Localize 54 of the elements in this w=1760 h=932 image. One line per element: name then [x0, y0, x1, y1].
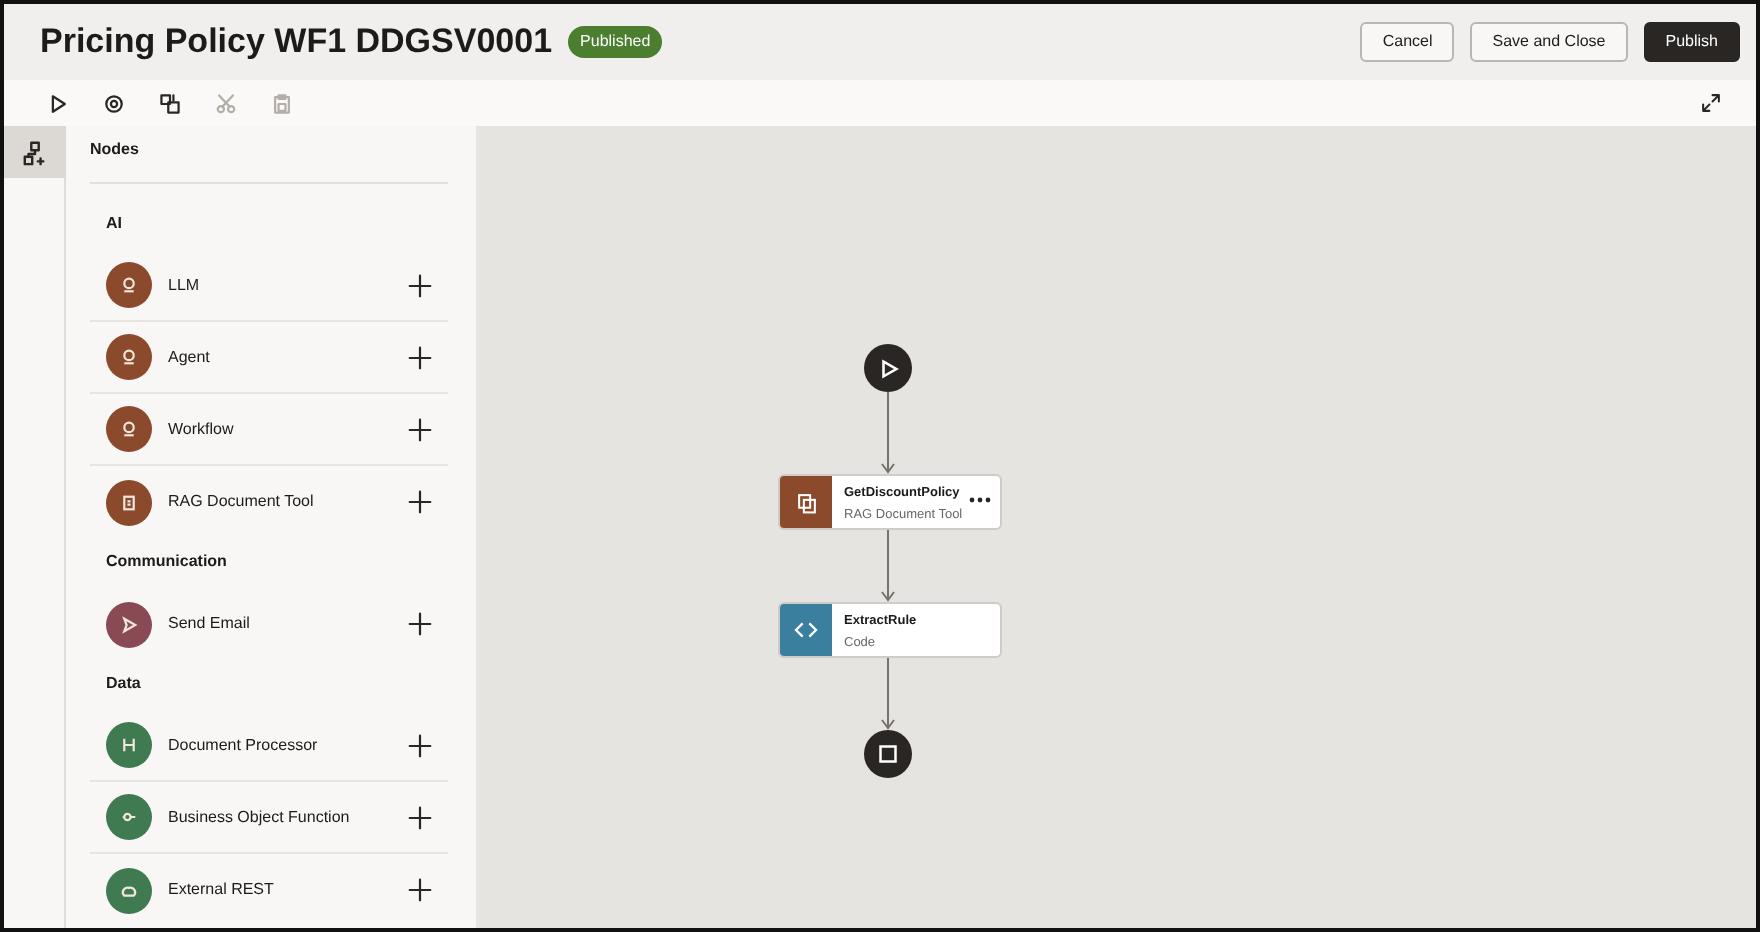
add-button[interactable]: [408, 733, 432, 757]
expand-icon: [1699, 92, 1721, 114]
group-heading: AI: [104, 212, 124, 236]
nodes-tab[interactable]: [4, 126, 66, 178]
add-button[interactable]: [408, 490, 432, 514]
cancel-button[interactable]: Cancel: [1360, 22, 1455, 62]
node-type-label: Send Email: [168, 612, 250, 636]
document-icon: [795, 491, 817, 513]
end-node[interactable]: [864, 730, 912, 778]
page-title: Pricing Policy WF1 DDGSV0001: [40, 21, 553, 63]
run-icon: [46, 91, 70, 115]
add-button[interactable]: [408, 417, 432, 441]
plus-icon: [408, 417, 432, 441]
clipboard-icon: [270, 91, 294, 115]
node-type-label: RAG Document Tool: [168, 490, 314, 514]
start-node[interactable]: [864, 344, 912, 392]
stop-icon: [878, 744, 898, 764]
expand-button[interactable]: [1696, 89, 1724, 117]
connector-arrow: [881, 529, 895, 602]
add-button[interactable]: [408, 345, 432, 369]
publish-button[interactable]: Publish: [1643, 22, 1740, 62]
plus-icon: [408, 612, 432, 636]
group-heading: Data: [104, 672, 143, 696]
layout-button[interactable]: [156, 89, 184, 117]
node-type-label: Workflow: [168, 417, 234, 441]
node-type-label: LLM: [168, 273, 200, 297]
scissors-icon: [214, 91, 238, 115]
group-heading: Communication: [104, 550, 229, 574]
layout-icon: [158, 91, 182, 115]
status-badge: Published: [568, 26, 663, 58]
plus-icon: [408, 273, 432, 297]
connector-arrow: [881, 391, 895, 474]
palette-title: Nodes: [90, 138, 448, 184]
plus-icon: [408, 490, 432, 514]
node-type-label: External REST: [168, 878, 274, 902]
add-button[interactable]: [408, 805, 432, 829]
plus-icon: [408, 805, 432, 829]
connector-arrow: [881, 657, 895, 730]
add-button[interactable]: [408, 273, 432, 297]
save-close-button[interactable]: Save and Close: [1470, 22, 1628, 62]
settings-icon: [102, 91, 126, 115]
code-icon: [794, 620, 818, 640]
node-type-label: Business Object Function: [168, 805, 350, 829]
settings-button[interactable]: [100, 89, 128, 117]
node-type-label: Agent: [168, 345, 210, 369]
add-button[interactable]: [408, 612, 432, 636]
play-icon: [877, 357, 899, 379]
add-button[interactable]: [408, 878, 432, 902]
plus-icon: [408, 733, 432, 757]
nodes-icon: [22, 139, 48, 165]
plus-icon: [408, 878, 432, 902]
node-type-label: Document Processor: [168, 733, 318, 757]
more-icon[interactable]: [968, 496, 992, 504]
plus-icon: [408, 345, 432, 369]
